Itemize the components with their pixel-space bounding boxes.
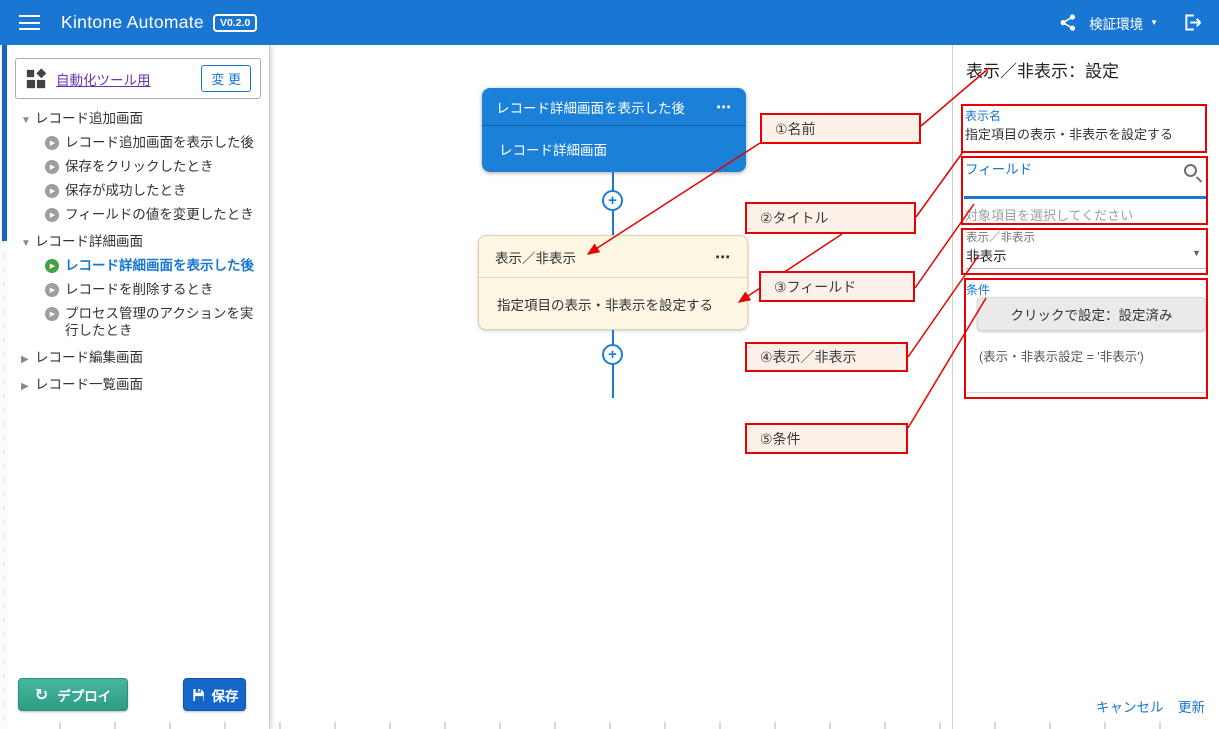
trigger-node-title: レコード詳細画面を表示した後 (496, 97, 685, 117)
change-app-button[interactable]: 変 更 (201, 65, 251, 92)
visibility-select-label: 表示／非表示 (966, 229, 1035, 245)
tree-group-record-list-screen[interactable]: ▶レコード一覧画面 (8, 370, 269, 397)
action-node-header: 表示／非表示 ⋯ (479, 236, 747, 278)
action-node-subtitle: 指定項目の表示・非表示を設定する (497, 294, 713, 314)
app-window: Kintone Automate V0.2.0 検証環境 ▼ (0, 0, 1219, 729)
tree-item-save-clicked[interactable]: ▶ 保存をクリックしたとき (8, 155, 269, 179)
header-right-group: 検証環境 ▼ (1059, 12, 1203, 33)
visibility-select-value[interactable]: 非表示 (966, 245, 1007, 265)
tree-item-process-action[interactable]: ▶ プロセス管理のアクションを実行したとき (8, 302, 269, 343)
left-scrollbar-thumb[interactable] (2, 45, 7, 241)
annotation-label-visibility: ④表示／非表示 (745, 342, 908, 372)
tree-expanded-icon: ▼ (21, 115, 32, 126)
field-input[interactable] (965, 175, 1195, 195)
event-tree: ▼レコード追加画面 ▶レコード追加画面を表示した後 ▶保存をクリックしたとき ▶… (8, 104, 269, 397)
action-node-more-icon[interactable]: ⋯ (715, 248, 731, 266)
play-circle-icon: ▶ (45, 283, 59, 297)
update-button[interactable]: 更新 (1178, 696, 1205, 716)
tree-item-label: 保存が成功したとき (65, 183, 187, 198)
tree-group-label: レコード一覧画面 (35, 377, 143, 392)
tree-group-record-add-screen[interactable]: ▼レコード追加画面 (8, 104, 269, 131)
play-circle-icon-selected: ▶ (45, 259, 59, 273)
sidebar: 自動化ツール用 変 更 ▼レコード追加画面 ▶レコード追加画面を表示した後 ▶保… (8, 45, 270, 729)
tree-collapsed-icon: ▶ (21, 354, 32, 365)
tree-item-record-delete[interactable]: ▶ レコードを削除するとき (8, 278, 269, 302)
plus-icon: + (608, 193, 617, 208)
tree-item-label: レコード詳細画面を表示した後 (65, 258, 254, 273)
tree-expanded-icon: ▼ (21, 238, 32, 249)
play-circle-icon: ▶ (45, 307, 59, 321)
tree-item-label: レコードを削除するとき (65, 282, 214, 297)
flow-canvas[interactable]: レコード詳細画面を表示した後 ⋯ レコード詳細画面 + 表示／非表示 ⋯ 指定項… (270, 45, 952, 729)
tree-group-label: レコード詳細画面 (35, 234, 143, 249)
trigger-node-body: レコード詳細画面 (482, 126, 746, 171)
sync-icon: ↻ (35, 685, 48, 705)
visibility-underline (966, 268, 1207, 269)
save-button[interactable]: 保存 (183, 678, 246, 711)
visibility-caret-icon[interactable]: ▼ (1192, 248, 1201, 258)
app-selector-box: 自動化ツール用 変 更 (15, 58, 261, 99)
app-title: Kintone Automate (61, 12, 204, 33)
annotation-label-field: ③フィールド (759, 271, 915, 302)
settings-panel: 表示／非表示：設定 表示名 指定項目の表示・非表示を設定する フィールド 対象項… (952, 45, 1219, 729)
tree-group-record-detail-screen[interactable]: ▼レコード詳細画面 (8, 227, 269, 254)
app-name-link[interactable]: 自動化ツール用 (56, 69, 151, 89)
tree-item-add-screen-shown[interactable]: ▶ レコード追加画面を表示した後 (8, 131, 269, 155)
display-name-value[interactable]: 指定項目の表示・非表示を設定する (965, 124, 1173, 143)
app-icon (25, 68, 47, 90)
field-placeholder-text: 対象項目を選択してください (965, 205, 1133, 224)
trigger-node-header: レコード詳細画面を表示した後 ⋯ (482, 88, 746, 126)
condition-summary: (表示・非表示設定 = '非表示') (979, 346, 1144, 365)
tree-item-save-succeeded[interactable]: ▶ 保存が成功したとき (8, 179, 269, 203)
display-name-label: 表示名 (965, 107, 1001, 124)
annotation-label-title: ②タイトル (745, 202, 916, 234)
condition-set-button[interactable]: クリックで設定：設定済み (977, 297, 1206, 331)
tree-group-label: レコード追加画面 (35, 111, 143, 126)
trigger-node-subtitle: レコード詳細画面 (499, 139, 607, 159)
tree-group-label: レコード編集画面 (35, 350, 143, 365)
share-icon[interactable] (1059, 14, 1077, 32)
field-input-focus-underline (964, 196, 1208, 199)
environment-selector[interactable]: 検証環境 (1089, 13, 1143, 33)
annotation-label-name: ①名前 (760, 113, 921, 144)
tree-item-label: 保存をクリックしたとき (65, 159, 214, 174)
annotation-label-condition: ⑤条件 (745, 423, 908, 454)
version-badge: V0.2.0 (213, 14, 257, 32)
play-circle-icon: ▶ (45, 184, 59, 198)
tree-item-label: フィールドの値を変更したとき (65, 207, 254, 222)
logout-icon[interactable] (1182, 12, 1203, 33)
app-header: Kintone Automate V0.2.0 検証環境 ▼ (0, 0, 1219, 45)
play-circle-icon: ▶ (45, 160, 59, 174)
tree-group-record-edit-screen[interactable]: ▶レコード編集画面 (8, 343, 269, 370)
panel-title: 表示／非表示：設定 (966, 57, 1119, 82)
floppy-icon (191, 688, 205, 702)
condition-underline (967, 392, 1208, 393)
tree-item-field-changed[interactable]: ▶ フィールドの値を変更したとき (8, 203, 269, 227)
action-node-body: 指定項目の表示・非表示を設定する (479, 278, 747, 329)
play-circle-icon: ▶ (45, 136, 59, 150)
save-button-label: 保存 (212, 685, 239, 705)
cancel-button[interactable]: キャンセル (1096, 696, 1164, 716)
trigger-node[interactable]: レコード詳細画面を表示した後 ⋯ レコード詳細画面 (482, 88, 746, 172)
plus-icon: + (608, 347, 617, 362)
tree-item-detail-screen-shown-selected[interactable]: ▶ レコード詳細画面を表示した後 (8, 254, 269, 278)
hamburger-menu-icon[interactable] (19, 15, 40, 30)
deploy-button-label: デプロイ (57, 685, 111, 705)
tree-collapsed-icon: ▶ (21, 381, 32, 392)
environment-caret-icon[interactable]: ▼ (1150, 18, 1158, 27)
condition-label: 条件 (966, 281, 990, 298)
tree-item-label: レコード追加画面を表示した後 (65, 135, 254, 150)
trigger-node-more-icon[interactable]: ⋯ (716, 98, 732, 116)
action-node-title: 表示／非表示 (495, 247, 576, 267)
deploy-button[interactable]: ↻ デプロイ (18, 678, 128, 711)
add-step-button[interactable]: + (602, 344, 623, 365)
left-scroll-rail (0, 45, 8, 729)
action-node[interactable]: 表示／非表示 ⋯ 指定項目の表示・非表示を設定する (478, 235, 748, 330)
left-rail-line (3, 241, 4, 729)
play-circle-icon: ▶ (45, 208, 59, 222)
add-step-button[interactable]: + (602, 190, 623, 211)
tree-item-label: プロセス管理のアクションを実行したとき (65, 306, 253, 338)
